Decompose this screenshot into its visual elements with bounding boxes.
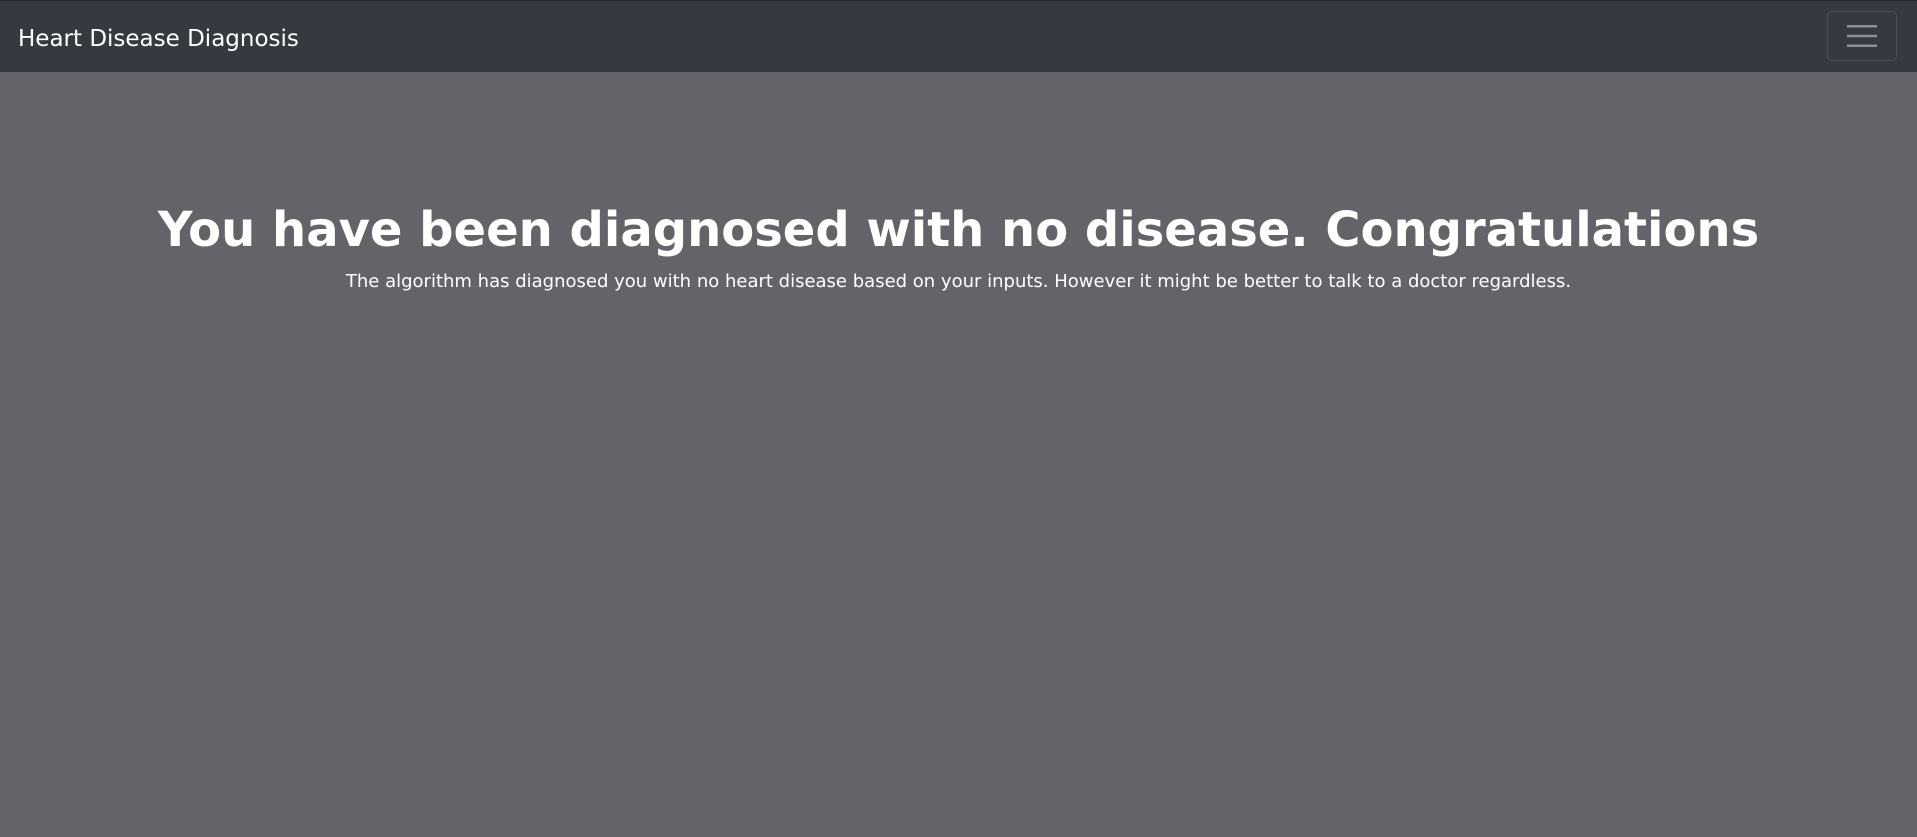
navbar-brand[interactable]: Heart Disease Diagnosis: [18, 25, 299, 53]
diagnosis-headline: You have been diagnosed with no disease.…: [157, 202, 1760, 258]
main-content: You have been diagnosed with no disease.…: [0, 72, 1917, 837]
navbar: Heart Disease Diagnosis: [0, 0, 1917, 72]
diagnosis-message: The algorithm has diagnosed you with no …: [345, 271, 1572, 292]
hamburger-menu-icon: [1847, 25, 1877, 47]
navbar-toggler-button[interactable]: [1827, 11, 1897, 61]
